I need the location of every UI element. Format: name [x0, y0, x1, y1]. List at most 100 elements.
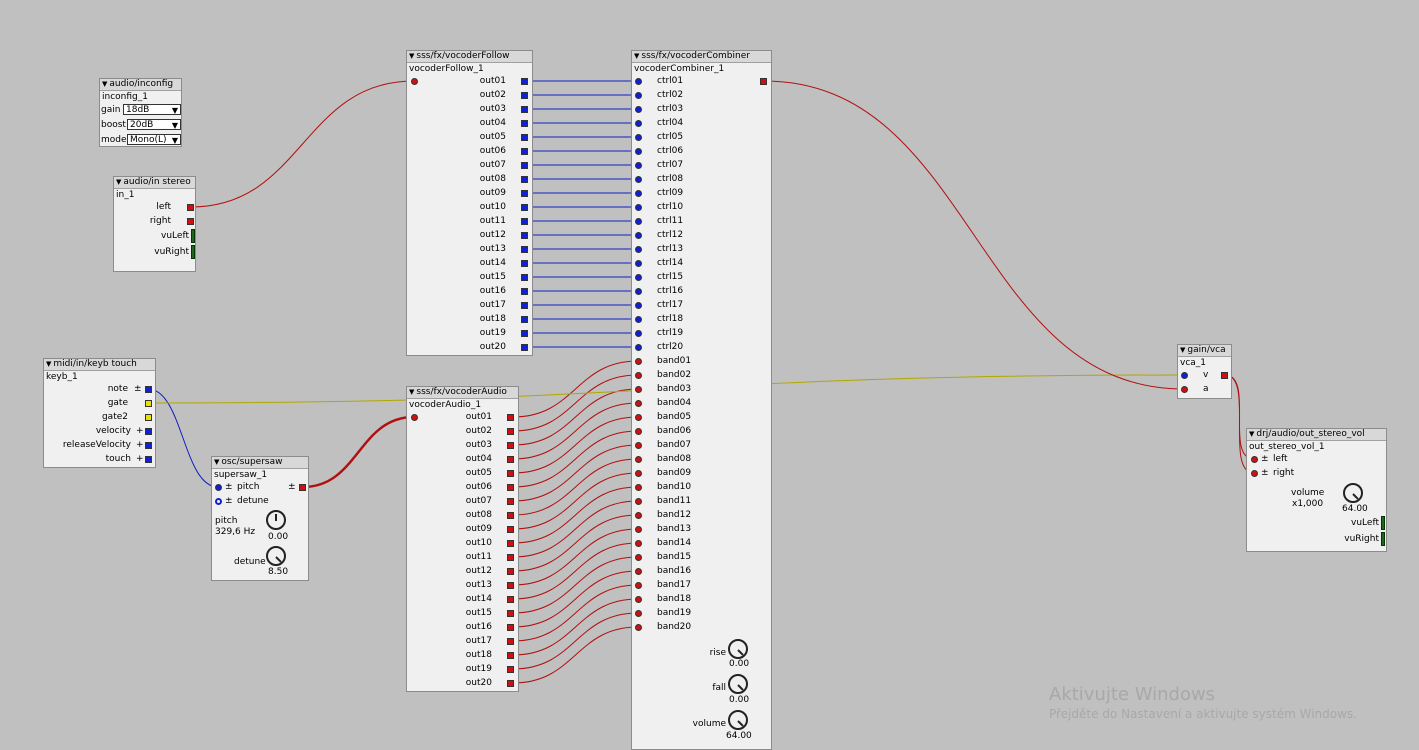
cable-audio-to-band[interactable]: [512, 486, 639, 544]
outlet-out12[interactable]: [521, 232, 528, 239]
outlet-out02[interactable]: [521, 92, 528, 99]
outlet-out08[interactable]: [507, 512, 514, 519]
object-header[interactable]: ▼ audio/in stereo: [114, 177, 195, 189]
inlet-band07[interactable]: [635, 442, 642, 449]
collapse-triangle-icon[interactable]: ▼: [1249, 430, 1254, 438]
inlet-ctrl12[interactable]: [635, 232, 642, 239]
rise-knob[interactable]: [728, 639, 748, 659]
outlet-out05[interactable]: [521, 134, 528, 141]
cable-audio-to-band[interactable]: [512, 402, 639, 460]
inlet-band12[interactable]: [635, 512, 642, 519]
inlet-band02[interactable]: [635, 372, 642, 379]
object-audio-in-stereo[interactable]: ▼ audio/in stereo in_1 left right vuLeft …: [113, 176, 196, 272]
cable-audio-to-band[interactable]: [512, 388, 639, 446]
outlet-out09[interactable]: [521, 190, 528, 197]
inlet-ctrl06[interactable]: [635, 148, 642, 155]
inlet-band01[interactable]: [635, 358, 642, 365]
outlet-out07[interactable]: [507, 498, 514, 505]
outlet-out14[interactable]: [507, 596, 514, 603]
outlet-out03[interactable]: [521, 106, 528, 113]
inlet-ctrl13[interactable]: [635, 246, 642, 253]
outlet-out12[interactable]: [507, 568, 514, 575]
outlet-out04[interactable]: [507, 456, 514, 463]
outlet-out10[interactable]: [507, 540, 514, 547]
inlet-band19[interactable]: [635, 610, 642, 617]
collapse-triangle-icon[interactable]: ▼: [634, 52, 639, 60]
object-vocoder-audio[interactable]: ▼ sss/fx/vocoderAudio vocoderAudio_1 out0…: [406, 386, 519, 692]
cable-combiner-to-vca[interactable]: [763, 80, 1185, 390]
collapse-triangle-icon[interactable]: ▼: [409, 388, 414, 396]
outlet-out06[interactable]: [507, 484, 514, 491]
inlet-band13[interactable]: [635, 526, 642, 533]
object-header[interactable]: ▼ audio/inconfig: [100, 79, 181, 91]
fall-knob[interactable]: [728, 674, 748, 694]
outlet-out15[interactable]: [521, 274, 528, 281]
inlet-band08[interactable]: [635, 456, 642, 463]
inlet-right[interactable]: [1251, 470, 1258, 477]
collapse-triangle-icon[interactable]: ▼: [409, 52, 414, 60]
inlet-left[interactable]: [1251, 456, 1258, 463]
cable-audio-to-band[interactable]: [512, 472, 639, 530]
outlet-out11[interactable]: [507, 554, 514, 561]
cable-audio-to-band[interactable]: [512, 598, 639, 656]
object-vocoder-follow[interactable]: ▼ sss/fx/vocoderFollow vocoderFollow_1 ou…: [406, 50, 533, 356]
object-header[interactable]: ▼ sss/fx/vocoderFollow: [407, 51, 532, 63]
inlet-v[interactable]: [1181, 372, 1188, 379]
inlet-band06[interactable]: [635, 428, 642, 435]
object-out-stereo-vol[interactable]: ▼ drj/audio/out_stereo_vol out_stereo_vol…: [1246, 428, 1387, 552]
mode-dropdown[interactable]: Mono(L) ▼: [127, 134, 181, 145]
inlet-band05[interactable]: [635, 414, 642, 421]
cable-audio-to-band[interactable]: [512, 528, 639, 586]
inlet-ctrl20[interactable]: [635, 344, 642, 351]
outlet-out11[interactable]: [521, 218, 528, 225]
collapse-triangle-icon[interactable]: ▼: [214, 458, 219, 466]
outlet-note[interactable]: [145, 386, 152, 393]
object-midi-keyb-touch[interactable]: ▼ midi/in/keyb touch keyb_1 note ± gate g…: [43, 358, 156, 468]
outlet-audio[interactable]: [1221, 372, 1228, 379]
outlet-out17[interactable]: [521, 302, 528, 309]
outlet-out18[interactable]: [521, 316, 528, 323]
inlet-band11[interactable]: [635, 498, 642, 505]
inlet-band20[interactable]: [635, 624, 642, 631]
outlet-out09[interactable]: [507, 526, 514, 533]
inlet-band17[interactable]: [635, 582, 642, 589]
outlet-out15[interactable]: [507, 610, 514, 617]
outlet-release-velocity[interactable]: [145, 442, 152, 449]
collapse-triangle-icon[interactable]: ▼: [46, 360, 51, 368]
boost-dropdown[interactable]: 20dB ▼: [127, 119, 181, 130]
outlet-gate[interactable]: [145, 400, 152, 407]
outlet-velocity[interactable]: [145, 428, 152, 435]
outlet-out01[interactable]: [521, 78, 528, 85]
inlet-audio[interactable]: [411, 414, 418, 421]
cable-in-left-to-follow[interactable]: [190, 80, 415, 208]
outlet-out19[interactable]: [521, 330, 528, 337]
object-header[interactable]: ▼ drj/audio/out_stereo_vol: [1247, 429, 1386, 441]
inlet-ctrl18[interactable]: [635, 316, 642, 323]
outlet-out13[interactable]: [521, 246, 528, 253]
outlet-out01[interactable]: [507, 414, 514, 421]
inlet-ctrl10[interactable]: [635, 204, 642, 211]
outlet-out13[interactable]: [507, 582, 514, 589]
cable-audio-to-band[interactable]: [512, 514, 639, 572]
inlet-ctrl11[interactable]: [635, 218, 642, 225]
inlet-band09[interactable]: [635, 470, 642, 477]
cable-supersaw-to-vocaudio[interactable]: [302, 415, 415, 489]
detune-knob[interactable]: [266, 546, 286, 566]
object-header[interactable]: ▼ sss/fx/vocoderCombiner: [632, 51, 771, 63]
cable-audio-to-band[interactable]: [512, 444, 639, 502]
outlet-right[interactable]: [187, 218, 194, 225]
outlet-gate2[interactable]: [145, 414, 152, 421]
cable-audio-to-band[interactable]: [512, 584, 639, 642]
cable-audio-to-band[interactable]: [512, 374, 639, 432]
cable-audio-to-band[interactable]: [512, 542, 639, 600]
outlet-left[interactable]: [187, 204, 194, 211]
inlet-pitch[interactable]: [215, 484, 222, 491]
outlet-out05[interactable]: [507, 470, 514, 477]
inlet-ctrl03[interactable]: [635, 106, 642, 113]
object-vocoder-combiner[interactable]: ▼ sss/fx/vocoderCombiner vocoderCombiner_…: [631, 50, 772, 750]
inlet-ctrl09[interactable]: [635, 190, 642, 197]
inlet-band16[interactable]: [635, 568, 642, 575]
cable-audio-to-band[interactable]: [512, 430, 639, 488]
outlet-wave[interactable]: [299, 484, 306, 491]
inlet-band14[interactable]: [635, 540, 642, 547]
